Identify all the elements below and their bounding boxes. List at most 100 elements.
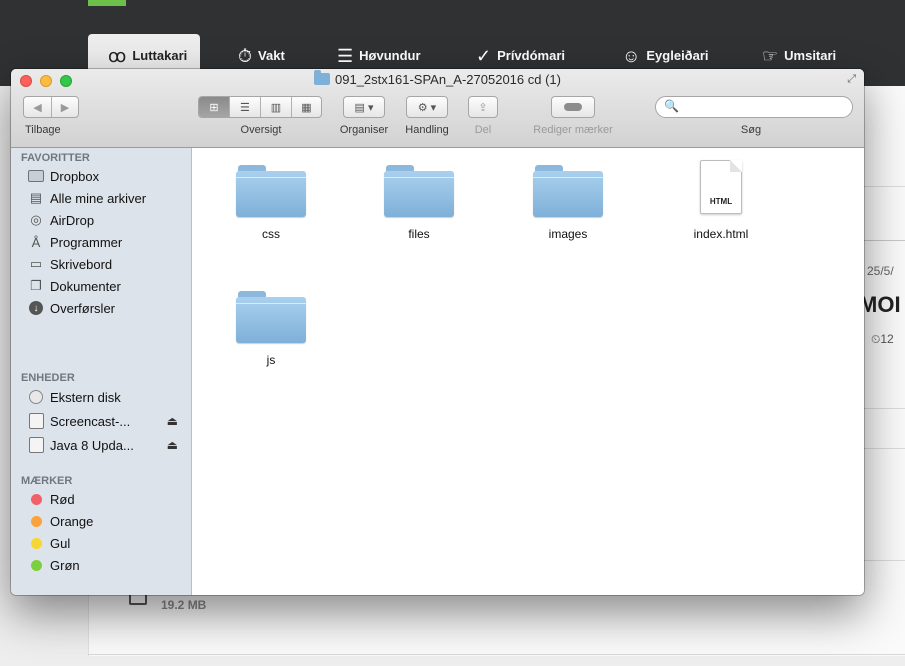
action-button[interactable]: ⚙ ▾ — [406, 96, 448, 118]
share-button[interactable]: ⇪ — [468, 96, 498, 118]
timeline-line — [864, 240, 905, 241]
partial-heading: MOI — [859, 292, 901, 317]
sidebar-item-screencast[interactable]: Screencast-... ⏏ — [28, 410, 188, 432]
desktop-icon: ▭ — [29, 256, 43, 271]
documents-icon: ❐ — [30, 278, 42, 293]
search-label: Søg — [740, 124, 762, 136]
view-switcher: ⊞ ☰ ▥ ▦ — [198, 96, 322, 118]
eject-icon[interactable]: ⏏ — [167, 438, 178, 452]
tab-label: Umsitari — [784, 48, 837, 63]
file-name: files — [408, 227, 430, 241]
orange-tag-icon — [28, 514, 44, 528]
back-button[interactable]: ◀ — [24, 97, 52, 117]
file-name: css — [262, 227, 280, 241]
sidebar-item-dropbox[interactable]: Dropbox — [28, 165, 188, 187]
sidebar-item-label: Overførsler — [50, 300, 115, 316]
sidebar-item-label: Gul — [50, 535, 71, 551]
sidebar-item-label: Screencast-... — [50, 413, 131, 429]
sidebar-item-desktop[interactable]: ▭ Skrivebord — [28, 253, 188, 275]
arrange-button[interactable]: ▤ ▾ — [343, 96, 385, 118]
sidebar-item-label: Dokumenter — [50, 278, 121, 294]
sidebar-item-label: Alle mine arkiver — [50, 190, 147, 206]
stopwatch-icon: ⏱ — [238, 46, 253, 66]
search-icon: 🔍 — [664, 99, 679, 113]
yellow-tag-icon — [28, 536, 44, 550]
sidebar-item-tag-red[interactable]: Rød — [28, 488, 188, 510]
devices-header: ENHEDER — [21, 372, 75, 384]
sidebar-item-applications[interactable]: Å Programmer — [28, 231, 188, 253]
folder-item-images[interactable]: images — [518, 165, 618, 265]
sidebar-item-label: Grøn — [50, 557, 80, 573]
file-grid: css files images HTML index.html js — [192, 148, 864, 595]
folder-item-js[interactable]: js — [221, 291, 321, 391]
sidebar-item-label: Dropbox — [50, 168, 100, 184]
admin-icon: ☞ — [762, 46, 779, 66]
divider — [88, 654, 905, 655]
sidebar-item-downloads[interactable]: ↓ Overførsler — [28, 297, 188, 319]
search-input[interactable]: 🔍 — [655, 96, 853, 118]
sidebar-item-label: Orange — [50, 513, 94, 529]
list-view-button[interactable]: ☰ — [230, 97, 261, 117]
back-label: Tilbage — [25, 124, 61, 136]
participant-icon: ꝏ — [108, 46, 127, 66]
tab-label: Høvundur — [359, 48, 421, 63]
tag-pill-icon — [564, 103, 582, 111]
checklist-icon: ☰ — [337, 46, 354, 66]
folder-item-css[interactable]: css — [221, 165, 321, 265]
all-files-icon: ▤ — [29, 190, 43, 205]
share-label: Del — [474, 124, 492, 136]
sidebar-item-label: Java 8 Upda... — [50, 437, 134, 453]
sidebar-item-java-update[interactable]: Java 8 Upda... ⏏ — [28, 434, 188, 456]
coverflow-view-button[interactable]: ▦ — [292, 97, 321, 117]
background-accent-bar — [88, 0, 126, 6]
folder-icon — [314, 70, 330, 85]
folder-icon — [384, 165, 454, 217]
sidebar-item-external-disk[interactable]: Ekstern disk — [28, 386, 188, 408]
icon-view-button[interactable]: ⊞ — [199, 97, 230, 117]
folder-icon — [236, 291, 306, 343]
forward-button[interactable]: ▶ — [52, 97, 78, 117]
disk-image-icon — [28, 437, 44, 453]
applications-icon: Å — [31, 234, 41, 250]
back-forward-control: ◀ ▶ — [23, 96, 79, 118]
tab-label: Luttakari — [132, 48, 188, 63]
red-tag-icon — [28, 492, 44, 506]
airdrop-icon: ◎ — [30, 212, 42, 227]
file-type-badge: HTML — [709, 197, 733, 206]
tags-header: MÆRKER — [21, 475, 73, 487]
column-view-button[interactable]: ▥ — [261, 97, 292, 117]
sidebar-item-label: Skrivebord — [50, 256, 113, 272]
folder-icon — [28, 169, 44, 183]
sidebar-item-label: Ekstern disk — [50, 389, 121, 405]
favorites-header: FAVORITTER — [21, 152, 90, 164]
sidebar-item-tag-yellow[interactable]: Gul — [28, 532, 188, 554]
sidebar-item-label: AirDrop — [50, 212, 95, 228]
fullscreen-icon[interactable]: ⤢ — [847, 73, 856, 86]
partial-date: 25/5/ — [867, 264, 894, 278]
folder-item-files[interactable]: files — [369, 165, 469, 265]
html-document-icon: HTML — [700, 160, 742, 214]
downloads-icon: ↓ — [28, 301, 44, 315]
view-label: Oversigt — [240, 124, 282, 136]
eject-icon[interactable]: ⏏ — [167, 414, 178, 428]
edit-tags-label: Rediger mærker — [533, 124, 613, 136]
finder-window: 091_2stx161-SPAn_A-27052016 cd (1) ⤢ ◀ ▶… — [11, 69, 864, 595]
observer-icon: ☺ — [622, 46, 641, 66]
sidebar-item-label: Programmer — [50, 234, 123, 250]
edit-tags-button[interactable] — [551, 96, 595, 118]
sidebar-item-documents[interactable]: ❐ Dokumenter — [28, 275, 188, 297]
sidebar-item-tag-orange[interactable]: Orange — [28, 510, 188, 532]
window-title: 091_2stx161-SPAn_A-27052016 cd (1) — [11, 70, 864, 87]
disk-image-icon — [28, 413, 44, 429]
sidebar-item-airdrop[interactable]: ◎ AirDrop — [28, 209, 188, 231]
finder-sidebar: FAVORITTER Dropbox ▤ Alle mine arkiver ◎… — [11, 148, 192, 595]
tab-label: Eygleiðari — [646, 48, 709, 63]
file-name: images — [548, 227, 588, 241]
arrange-label: Organiser — [339, 124, 389, 136]
sidebar-item-all-files[interactable]: ▤ Alle mine arkiver — [28, 187, 188, 209]
sidebar-item-tag-green[interactable]: Grøn — [28, 554, 188, 576]
file-size: 19.2 MB — [161, 598, 207, 612]
finder-titlebar: 091_2stx161-SPAn_A-27052016 cd (1) ⤢ ◀ ▶… — [11, 69, 864, 148]
file-item-index-html[interactable]: HTML index.html — [671, 160, 771, 265]
tab-label: Vakt — [258, 48, 285, 63]
